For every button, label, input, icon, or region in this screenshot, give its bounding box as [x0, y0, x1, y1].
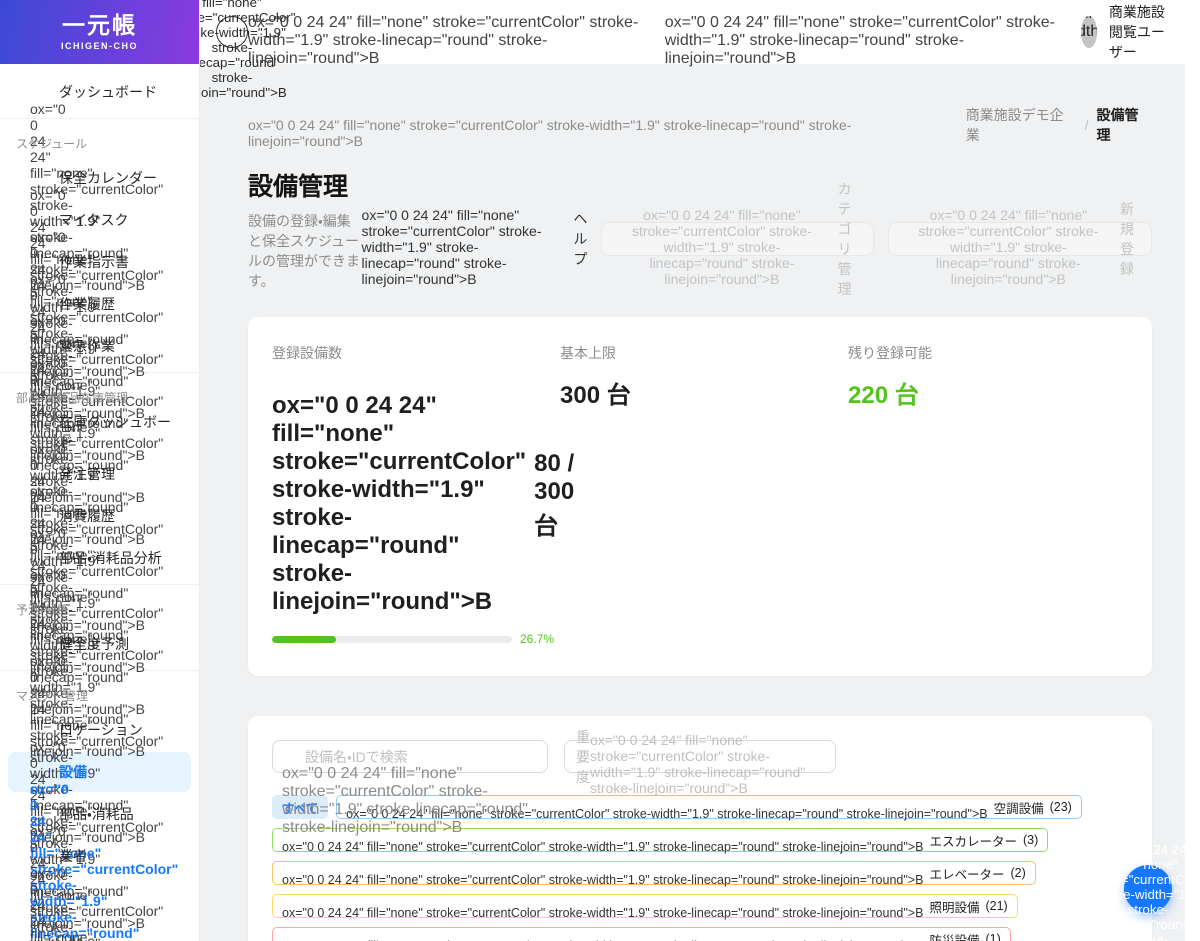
check-square-icon: ox="0 0 24 24" fill="none" stroke="curre… — [30, 228, 164, 421]
stat-limit-label: 基本上限 — [560, 345, 616, 361]
filter-chip-照明設備[interactable]: ox="0 0 24 24" fill="none" stroke="curre… — [272, 894, 1018, 920]
sidebar-item-label: 在庫ダッシュボード — [59, 414, 171, 450]
floating-help-button[interactable]: ox="0 0 24 24" fill="none" stroke="curre… — [1085, 842, 1200, 941]
user-avatar[interactable]: ox="0 0 24 24" fill="none" stroke="curre… — [1081, 16, 1097, 48]
bar-chart-icon: ox="0 0 24 24" fill="none" stroke="curre… — [30, 652, 164, 845]
question-circle-icon: ox="0 0 24 24" fill="none" stroke="curre… — [361, 207, 542, 287]
stat-registered: 登録設備数 ox="0 0 24 24" fill="none" stroke=… — [272, 343, 574, 646]
sidebar-item-label: ダッシュボード — [59, 84, 157, 100]
bar-chart-icon: ox="0 0 24 24" fill="none" stroke="curre… — [30, 440, 164, 633]
app-logo: 一元帳 ICHIGEN-CHO — [0, 0, 199, 64]
stat-registered-label: 登録設備数 — [272, 345, 342, 361]
filter-card: ox="0 0 24 24" fill="none" stroke="curre… — [248, 716, 1152, 941]
equipment-stats-card: 登録設備数 ox="0 0 24 24" fill="none" stroke=… — [248, 317, 1152, 676]
clock-icon: ox="0 0 24 24" fill="none" stroke="curre… — [30, 312, 164, 505]
stat-remaining: 残り登録可能 220 台 — [848, 343, 1128, 646]
sidebar-item-label: 業者 — [59, 848, 87, 864]
sidebar-item-label: 保全カレンダー — [59, 170, 157, 186]
sidebar-section: ox="0 0 24 24" fill="none" stroke="curre… — [0, 64, 199, 293]
user-icon: ox="0 0 24 24" fill="none" stroke="curre… — [1081, 16, 1097, 40]
sidebar-item-label: 設備 — [59, 764, 87, 780]
chip-count: (23) — [1049, 800, 1072, 814]
search-icon: ox="0 0 24 24" fill="none" stroke="curre… — [282, 765, 528, 836]
importance-select[interactable]: 重要度 ox="0 0 24 24" fill="none" stroke="c… — [564, 729, 836, 796]
app-logo-title: 一元帳 — [62, 12, 137, 39]
sidebar-section: 部品・消耗品在庫管理 ox="0 0 24 24" fill="none" str… — [0, 372, 199, 759]
registered-progress-bar — [272, 635, 512, 643]
line-chart-icon: ox="0 0 24 24" fill="none" stroke="curre… — [30, 566, 164, 759]
breadcrumb-separator: / — [1084, 116, 1089, 133]
sidebar-item-label: 緊急作業 — [59, 338, 115, 354]
stat-limit: 基本上限 300 台 — [560, 343, 848, 646]
calendar-icon: ox="0 0 24 24" fill="none" stroke="curre… — [30, 186, 164, 379]
stat-remaining-label: 残り登録可能 — [848, 345, 932, 361]
equipment-grid-icon: ox="0 0 24 24" fill="none" stroke="curre… — [272, 392, 527, 615]
filter-chip-防災設備[interactable]: ox="0 0 24 24" fill="none" stroke="curre… — [272, 927, 1011, 941]
registered-progress-label: 26.7% — [520, 632, 555, 646]
chip-count: (21) — [985, 899, 1008, 913]
sidebar-item-label: 作業履歴 — [59, 296, 115, 312]
users-icon: ox="0 0 24 24" fill="none" stroke="curre… — [30, 864, 93, 941]
clock-icon: ox="0 0 24 24" fill="none" stroke="curre… — [30, 524, 164, 717]
breadcrumb-current: 設備管理 — [1096, 106, 1139, 143]
importance-select-placeholder: 重要度 — [576, 728, 590, 785]
help-link[interactable]: ox="0 0 24 24" fill="none" stroke="curre… — [362, 190, 588, 287]
question-circle-icon: ox="0 0 24 24" fill="none" stroke="curre… — [1084, 842, 1200, 941]
page-scrollbar[interactable] — [1185, 64, 1200, 941]
bulb-icon: ox="0 0 24 24" fill="none" stroke="curre… — [282, 906, 924, 920]
sidebar-item-label: 部品・消耗品分析 — [59, 550, 162, 566]
help-link-label: ヘルプ — [573, 210, 588, 267]
chip-count: (1) — [985, 932, 1001, 941]
page-title: 設備管理 — [248, 173, 349, 201]
page-subtitle: 設備の登録・編集と保全スケジュールの管理ができます。 — [248, 213, 360, 289]
sidebar: 一元帳 ICHIGEN-CHO ox="0 0 24 24" fill="non… — [0, 0, 200, 941]
user-name[interactable]: 商業施設閲覧ユーザー — [1109, 2, 1176, 62]
gear-icon: ox="0 0 24 24" fill="none" stroke="curre… — [631, 207, 812, 287]
flame-icon: ox="0 0 24 24" fill="none" stroke="curre… — [282, 925, 923, 941]
sidebar-item-label: 部品・消耗品 — [59, 806, 134, 822]
help-icon[interactable]: ox="0 0 24 24" fill="none" stroke="curre… — [665, 0, 1060, 68]
sidebar-collapse-button[interactable]: ox="0 0 24 24" fill="none" stroke="curre… — [169, 0, 296, 100]
cart-icon: ox="0 0 24 24" fill="none" stroke="curre… — [30, 482, 164, 675]
stat-remaining-value: 220 台 — [848, 382, 919, 409]
category-manage-label: カテゴリ管理 — [837, 180, 852, 297]
app-logo-subtitle: ICHIGEN-CHO — [61, 40, 138, 51]
sidebar-item-ダッシュボード[interactable]: ox="0 0 24 24" fill="none" stroke="curre… — [8, 72, 191, 293]
wrench-icon: ox="0 0 24 24" fill="none" stroke="curre… — [30, 780, 179, 941]
siren-icon: ox="0 0 24 24" fill="none" stroke="curre… — [30, 354, 164, 547]
plus-icon: ox="0 0 24 24" fill="none" stroke="curre… — [918, 207, 1099, 287]
elevator-icon: ox="0 0 24 24" fill="none" stroke="curre… — [282, 873, 924, 887]
topbar: ox="0 0 24 24" fill="none" stroke="curre… — [169, 0, 1200, 100]
new-register-label: 新規登録 — [1119, 200, 1134, 277]
sidebar-item-label: 発注管理 — [59, 466, 115, 482]
chip-count: (3) — [1022, 833, 1039, 847]
chevron-down-icon: ox="0 0 24 24" fill="none" stroke="curre… — [590, 731, 806, 796]
map-pin-icon: ox="0 0 24 24" fill="none" stroke="curre… — [30, 738, 164, 931]
grid-icon: ox="0 0 24 24" fill="none" stroke="curre… — [30, 822, 164, 941]
new-register-button[interactable]: ox="0 0 24 24" fill="none" stroke="curre… — [887, 201, 1152, 287]
main-content: ox="0 0 24 24" fill="none" stroke="curre… — [200, 64, 1185, 941]
breadcrumb-company[interactable]: 商業施設デモ企業 — [966, 105, 1077, 145]
sidebar-item-label: 健全度予測 — [59, 636, 129, 652]
breadcrumb: ox="0 0 24 24" fill="none" stroke="curre… — [248, 100, 1152, 150]
sidebar-item-label: 消費履歴 — [59, 508, 115, 524]
file-text-icon: ox="0 0 24 24" fill="none" stroke="curre… — [30, 270, 164, 463]
filter-chip-エレベーター[interactable]: ox="0 0 24 24" fill="none" stroke="curre… — [272, 861, 1036, 887]
chip-count: (2) — [1010, 866, 1026, 880]
sidebar-item-label: ロケーション — [59, 722, 143, 738]
notifications-bell-icon[interactable]: ox="0 0 24 24" fill="none" stroke="curre… — [248, 0, 643, 68]
company-building-icon: ox="0 0 24 24" fill="none" stroke="curre… — [248, 117, 852, 149]
sidebar-item-label: 作業指示書 — [59, 254, 129, 270]
stat-limit-value: 300 台 — [560, 382, 631, 409]
home-icon: ox="0 0 24 24" fill="none" stroke="curre… — [30, 100, 164, 293]
sidebar-nav: ox="0 0 24 24" fill="none" stroke="curre… — [0, 64, 199, 941]
category-manage-button[interactable]: ox="0 0 24 24" fill="none" stroke="curre… — [601, 181, 874, 297]
sidebar-item-label: マイタスク — [59, 212, 129, 228]
